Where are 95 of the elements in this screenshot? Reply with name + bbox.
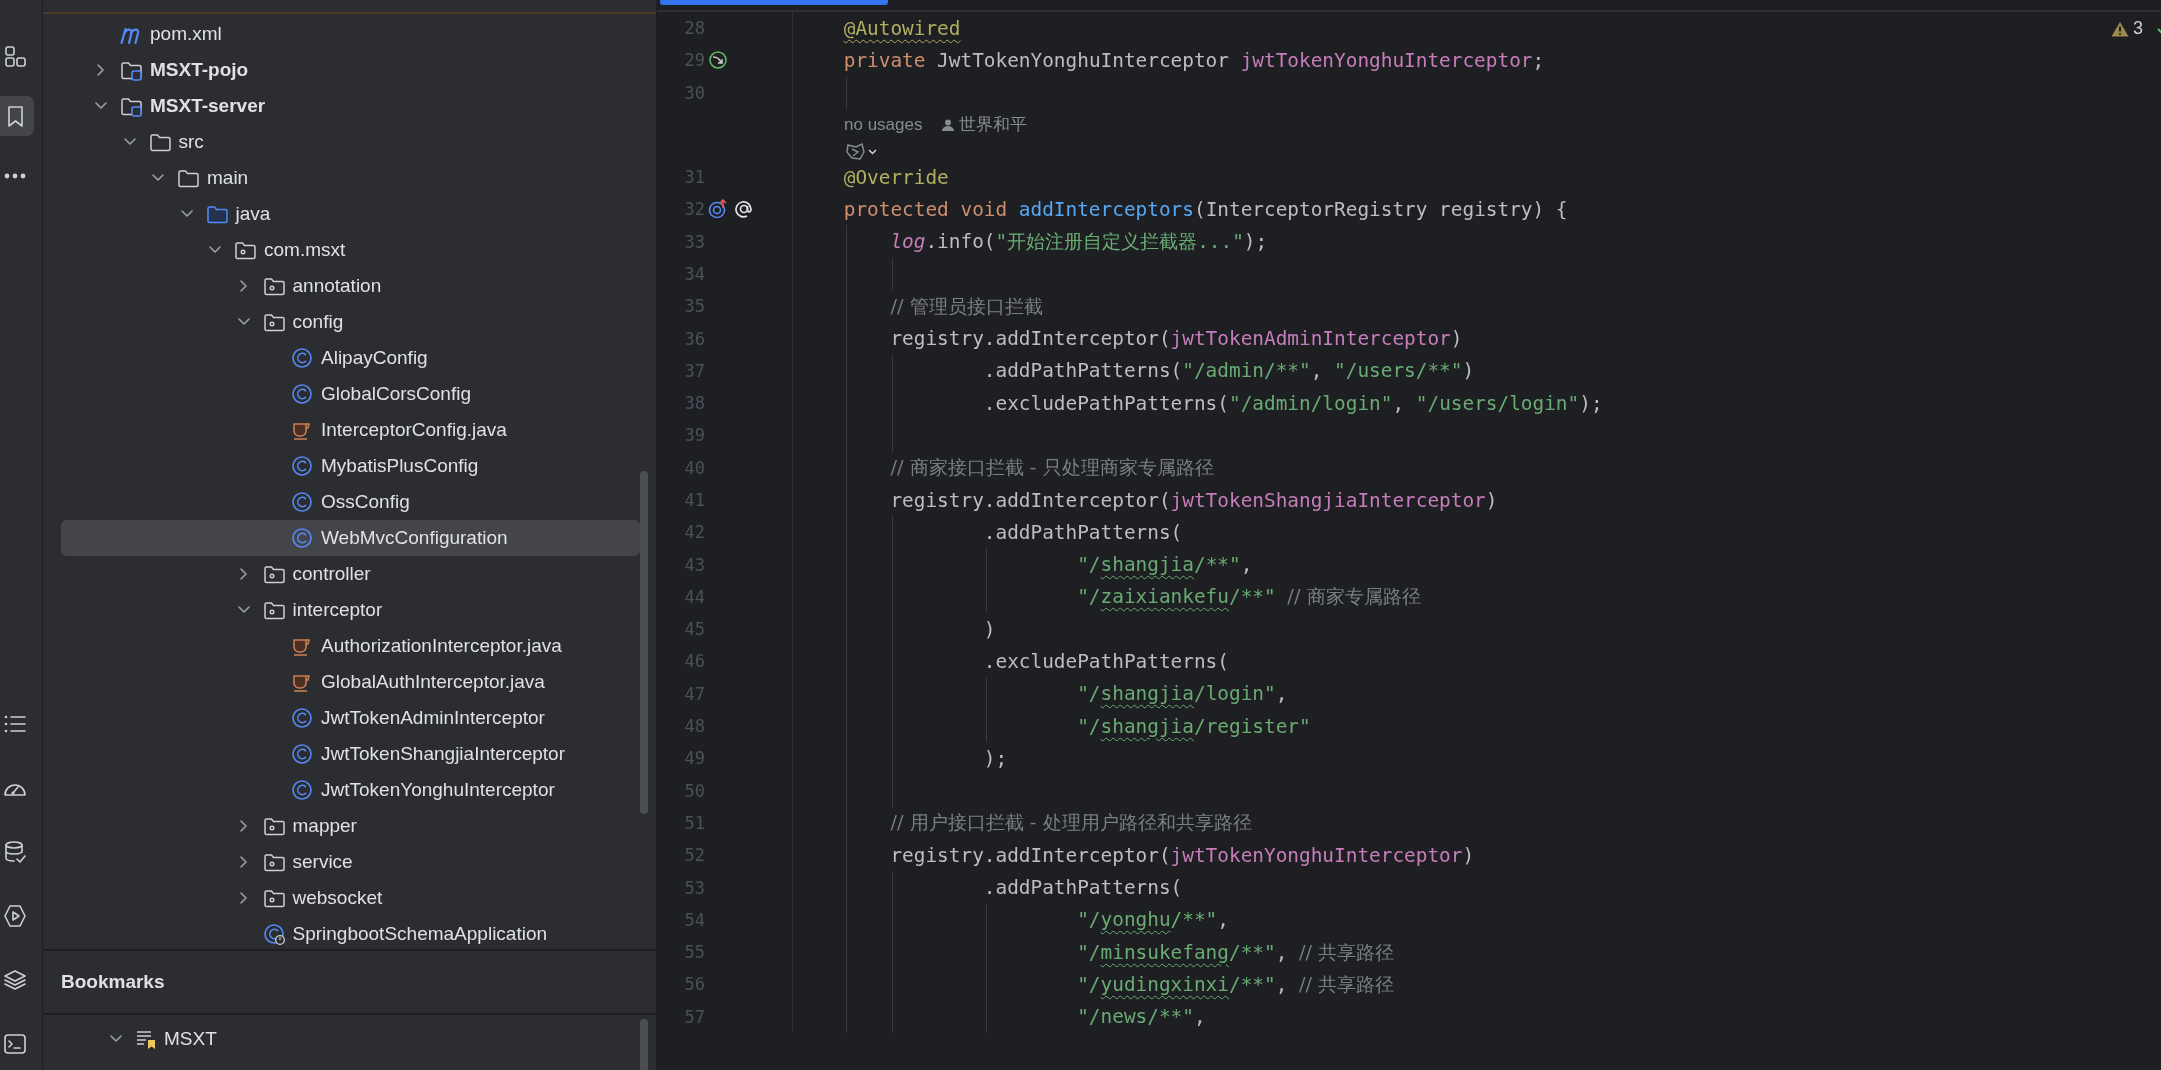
tree-item[interactable]: JwtTokenYonghuInterceptor [61,772,640,808]
tool-window-button[interactable] [0,96,34,136]
tree-item[interactable]: controller [61,556,640,592]
at-sign-icon[interactable] [734,199,754,220]
package-icon [262,815,285,837]
play-icon [3,904,27,928]
tree-item[interactable]: JwtTokenAdminInterceptor [61,700,640,736]
code-line: ) [982,617,996,641]
class-icon [291,347,313,369]
tree-item[interactable]: AlipayConfig [61,340,640,376]
tree-item[interactable]: annotation [61,268,640,304]
package-icon [262,851,285,873]
code-line: "/yudingxinxi/**", // 共享路径 [1076,971,1395,998]
code-line: .addPathPatterns("/admin/**", "/users/**") [982,359,1475,383]
code-line: .excludePathPatterns("/admin/login", "/users/login"); [982,391,1603,415]
warnings-indicator[interactable]: 3 [2111,18,2143,39]
code-line: "/minsukefang/**", // 共享路径 [1076,939,1395,966]
class-icon [291,491,313,513]
code-line: .addPathPatterns( [982,520,1183,544]
tree-item[interactable]: interceptor [61,592,640,628]
code-line: "/yonghu/**", [1076,908,1229,932]
code-line: private JwtTokenYonghuInterceptor jwtTokenYonghuInterceptor; [842,48,1545,72]
tree-item[interactable]: JwtTokenShangjiaInterceptor [61,736,640,772]
code-line: "/shangjia/login", [1076,682,1288,706]
package-icon [262,563,285,585]
class-icon [291,383,313,405]
usages-hint[interactable]: no usages [844,114,923,135]
panel-title: Bookmarks [61,971,165,993]
code-line: registry.addInterceptor(jwtTokenShangjiaInterceptor) [889,488,1498,512]
package-icon [262,311,285,333]
scrollbar-thumb[interactable] [640,471,648,814]
tree-item[interactable]: config [61,304,640,340]
tree-item[interactable]: MybatisPlusConfig [61,448,640,484]
tree-item[interactable]: src [61,124,640,160]
tree-item[interactable]: WebMvcConfiguration [61,520,640,556]
code-line: @Override [842,165,949,189]
class-icon [291,527,313,549]
person-icon [941,117,956,132]
author-hint[interactable]: 世界和平 [959,113,1028,137]
tree-item[interactable]: SpringbootSchemaApplication [61,916,640,952]
package-icon [262,599,285,621]
layers-icon [3,968,27,992]
code-line: @Autowired [842,16,961,40]
code-line: "/news/**", [1076,1005,1206,1029]
tree-item[interactable]: java [61,196,640,232]
code-line: // 用户接口拦截 - 处理用户路径和共享路径 [889,810,1252,837]
tree-item[interactable]: main [61,160,640,196]
tree-item[interactable]: com.msxt [61,232,640,268]
class-icon [291,707,313,729]
scrollbar-thumb[interactable] [640,1019,648,1070]
source-folder-icon [205,203,228,225]
package-icon [234,239,256,261]
code-line: .addPathPatterns( [982,876,1183,900]
class-icon [291,779,313,801]
tree-item[interactable]: pom.xml [61,16,640,52]
module-folder-icon [120,95,142,117]
code-line: protected void addInterceptors(InterceptorRegistry registry) { [842,197,1568,221]
code-line: registry.addInterceptor(jwtTokenAdminInterceptor) [889,327,1463,350]
ai-actions-icon[interactable] [844,140,880,161]
code-line: .excludePathPatterns( [982,650,1229,673]
bean-icon[interactable] [708,50,728,71]
code-line: registry.addInterceptor(jwtTokenYonghuInterceptor) [889,843,1475,867]
tree-item[interactable]: websocket [61,880,640,916]
code-line: ); [982,746,1008,770]
class-icon [262,923,285,945]
tree-item[interactable]: MSXT-pojo [61,52,640,88]
tree-item[interactable]: MSXT-server [61,88,640,124]
warning-icon [2111,20,2129,37]
code-line: "/shangjia/**", [1076,553,1253,577]
class-icon [291,455,313,477]
target-icon[interactable] [708,199,728,220]
bookmark-list-icon [135,1028,157,1050]
package-icon [262,887,285,909]
code-line: log.info("开始注册自定义拦截器..."); [889,229,1268,256]
grid-icon [3,44,27,68]
code-line: "/zaixiankefu/**" // 商家专属路径 [1076,584,1421,611]
tree-item[interactable]: OssConfig [61,484,640,520]
tree-item[interactable]: GlobalAuthInterceptor.java [61,664,640,700]
tree-item[interactable]: InterceptorConfig.java [61,412,640,448]
class-icon [291,743,313,765]
folder-icon [148,131,171,153]
database-icon [3,840,27,864]
package-icon [262,275,285,297]
tree-item[interactable]: mapper [61,808,640,844]
module-folder-icon [120,59,142,81]
tree-item[interactable]: GlobalCorsConfig [61,376,640,412]
tree-item[interactable]: AuthorizationInterceptor.java [61,628,640,664]
code-line: // 商家接口拦截 - 只处理商家专属路径 [889,455,1214,482]
tree-item[interactable]: service [61,844,640,880]
code-line: "/shangjia/register" [1076,714,1311,738]
code-line: // 管理员接口拦截 [889,293,1043,320]
bookmark-list-item[interactable]: MSXT [61,1021,640,1057]
folder-icon [177,167,199,189]
more-icon [3,173,27,179]
terminal-icon [3,1032,27,1056]
